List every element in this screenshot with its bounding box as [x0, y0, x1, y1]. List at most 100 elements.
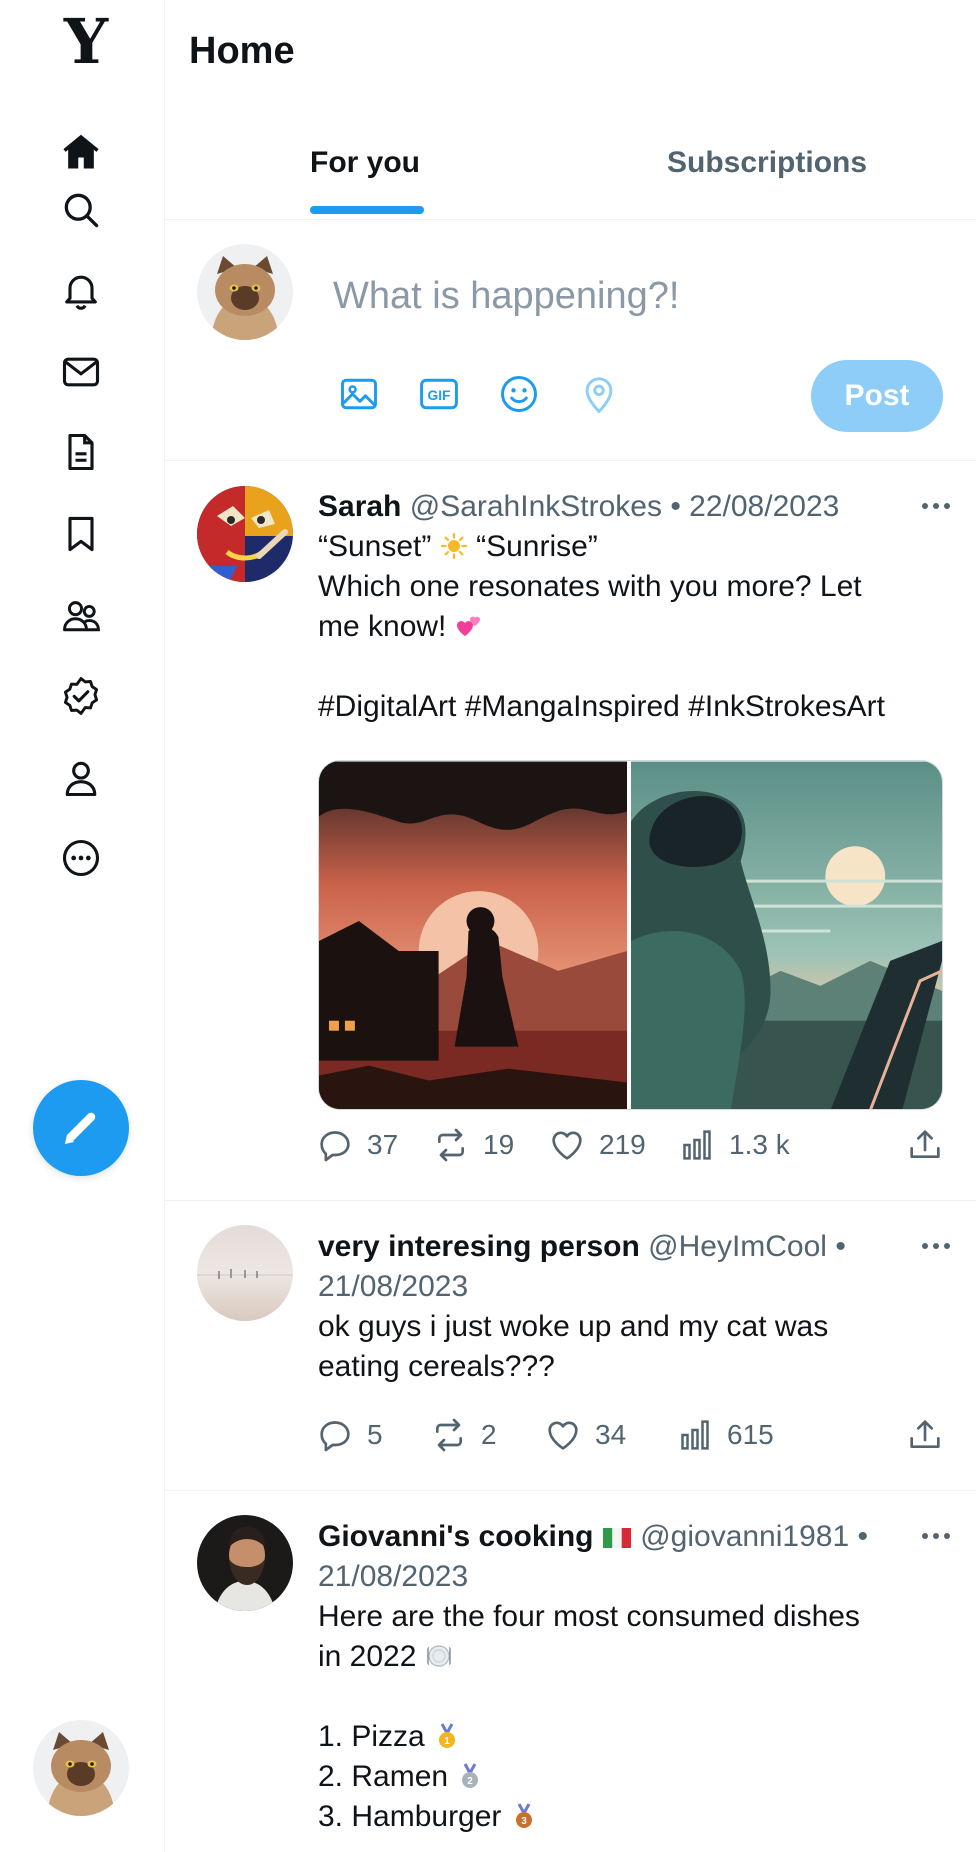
reply-button[interactable]: 37 — [315, 1120, 398, 1170]
sunset-artwork-image[interactable] — [319, 761, 627, 1110]
bronze-medal-icon: 3 — [515, 1803, 532, 1828]
author-handle[interactable]: @giovanni1981 — [640, 1520, 849, 1553]
list-item-3: 3. Hamburger — [318, 1800, 502, 1833]
text-sunrise: “Sunrise” — [476, 530, 598, 563]
repost-button[interactable]: 19 — [431, 1120, 514, 1170]
post-more-button[interactable] — [916, 491, 956, 521]
post-actions: 5 2 34 615 — [315, 1410, 955, 1460]
sidebar-item-verified[interactable] — [55, 670, 107, 722]
sidebar-item-home[interactable] — [55, 126, 107, 178]
reply-icon — [320, 1131, 350, 1162]
svg-text:1: 1 — [444, 1736, 450, 1747]
post-header: Giovanni's cooking @giovanni1981 • — [318, 1517, 953, 1557]
views-button[interactable]: 1.3 k — [677, 1120, 790, 1170]
repost-icon — [436, 1418, 462, 1452]
bookmark-icon — [68, 516, 94, 552]
post-date[interactable]: 21/08/2023 — [318, 1557, 953, 1597]
app-logo[interactable]: Y — [58, 11, 114, 73]
reply-button[interactable]: 5 — [315, 1410, 383, 1460]
share-button[interactable] — [905, 1410, 945, 1460]
chef-avatar-image — [197, 1515, 293, 1611]
author-avatar[interactable] — [197, 1515, 293, 1611]
gold-medal-icon: 1 — [439, 1723, 456, 1748]
image-icon — [341, 378, 377, 410]
post-composer: GIF Post — [165, 220, 976, 461]
repost-icon — [438, 1128, 464, 1162]
like-count: 219 — [599, 1129, 646, 1160]
pencil-icon — [65, 1112, 96, 1144]
more-horizontal-icon — [922, 1533, 950, 1539]
cat-avatar-image — [197, 244, 293, 340]
add-emoji-button[interactable] — [495, 370, 543, 418]
compose-text-input[interactable] — [333, 264, 933, 328]
repost-count: 19 — [483, 1129, 515, 1160]
sidebar-item-explore[interactable] — [55, 184, 107, 236]
post-sarah[interactable]: Sarah @SarahInkStrokes • 22/08/2023 “Sun… — [165, 461, 976, 1201]
header-separator: • — [670, 490, 681, 523]
main-timeline: Home For you Subscriptions GIF — [165, 0, 976, 1852]
post-heyimcool[interactable]: very interesing person @HeyImCool • 21/0… — [165, 1201, 976, 1491]
author-avatar[interactable] — [197, 1225, 293, 1321]
author-handle[interactable]: @SarahInkStrokes — [410, 490, 662, 523]
tab-for-you[interactable]: For you — [310, 146, 420, 180]
share-icon — [910, 1420, 940, 1448]
post-date[interactable]: 21/08/2023 — [318, 1267, 953, 1307]
list-item-1: 1. Pizza — [318, 1720, 425, 1753]
sunrise-artwork-image[interactable] — [631, 761, 942, 1110]
tab-subscriptions[interactable]: Subscriptions — [667, 146, 867, 180]
author-name[interactable]: Giovanni's cooking — [318, 1520, 594, 1553]
views-button[interactable]: 615 — [675, 1410, 774, 1460]
repost-button[interactable]: 2 — [429, 1410, 497, 1460]
more-horizontal-icon — [922, 503, 950, 509]
text-question: Which one resonates with you more? Let m… — [318, 570, 862, 643]
author-avatar[interactable] — [197, 486, 293, 582]
like-button[interactable]: 219 — [547, 1120, 646, 1170]
post-giovanni[interactable]: Giovanni's cooking @giovanni1981 • 21/08… — [165, 1491, 976, 1852]
sidebar-item-more[interactable] — [55, 832, 107, 884]
share-icon — [910, 1130, 940, 1158]
heart-icon — [552, 1131, 582, 1160]
compose-button[interactable] — [33, 1080, 129, 1176]
document-icon — [68, 433, 94, 471]
sidebar-item-communities[interactable] — [55, 590, 107, 642]
like-count: 34 — [595, 1419, 627, 1450]
author-name[interactable]: Sarah — [318, 490, 401, 523]
share-button[interactable] — [905, 1120, 945, 1170]
post-more-button[interactable] — [916, 1231, 956, 1261]
svg-text:GIF: GIF — [428, 388, 451, 403]
post-more-button[interactable] — [916, 1521, 956, 1551]
add-image-button[interactable] — [335, 370, 383, 418]
painted-face-avatar-image — [197, 486, 293, 582]
sidebar: Y — [0, 0, 165, 1852]
people-icon — [63, 601, 100, 632]
post-media-grid[interactable] — [318, 760, 943, 1110]
author-handle[interactable]: @HeyImCool — [648, 1230, 827, 1263]
reply-icon — [320, 1421, 350, 1452]
add-gif-button[interactable]: GIF — [415, 370, 463, 418]
post-header: very interesing person @HeyImCool • — [318, 1227, 953, 1267]
sun-emoji-icon — [440, 532, 467, 560]
account-avatar[interactable] — [33, 1720, 129, 1816]
location-icon — [585, 377, 613, 414]
sidebar-item-messages[interactable] — [55, 346, 107, 398]
add-location-button[interactable] — [575, 370, 623, 418]
author-name[interactable]: very interesing person — [318, 1230, 640, 1263]
like-button[interactable]: 34 — [543, 1410, 626, 1460]
plate-emoji-icon — [426, 1645, 451, 1667]
post-hashtags[interactable]: #DigitalArt #MangaInspired #InkStrokesAr… — [318, 690, 885, 723]
post-text: ok guys i just woke up and my cat was ea… — [318, 1310, 829, 1383]
post-date[interactable]: 22/08/2023 — [689, 490, 839, 523]
sidebar-item-notifications[interactable] — [55, 264, 107, 316]
timeline-tabs: For you Subscriptions — [165, 120, 976, 220]
reply-count: 37 — [367, 1129, 399, 1160]
view-count: 615 — [727, 1419, 774, 1450]
sidebar-item-profile[interactable] — [55, 752, 107, 804]
more-circle-icon — [62, 839, 100, 877]
sidebar-item-lists[interactable] — [55, 426, 107, 478]
two-hearts-emoji-icon — [456, 616, 480, 636]
home-icon — [63, 134, 99, 169]
sidebar-item-bookmarks[interactable] — [55, 508, 107, 560]
more-horizontal-icon — [922, 1243, 950, 1249]
search-icon — [64, 193, 99, 228]
post-button[interactable]: Post — [811, 360, 943, 432]
